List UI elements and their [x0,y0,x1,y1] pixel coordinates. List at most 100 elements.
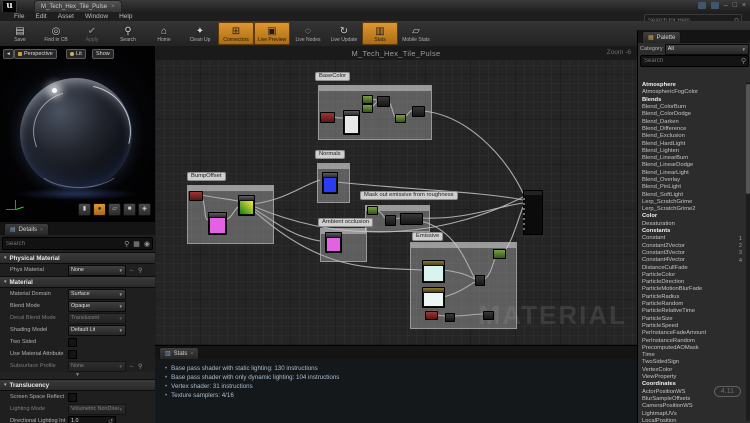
visibility-icon[interactable]: ◉ [142,240,152,248]
palette-item-lerp_scratchgrime[interactable]: Lerp_ScratchGrime [638,199,745,206]
toolbar-clean-up-button[interactable]: ✦ Clean Up [182,22,218,45]
main-material-output-node[interactable] [523,190,543,235]
palette-category-constants[interactable]: Constants [638,228,745,235]
material-node-dark[interactable] [377,96,390,107]
details-search-box[interactable]: ⚲ ▦ ◉ [2,237,153,250]
input-pin[interactable] [523,218,525,220]
palette-item-blend_exclusion[interactable]: Blend_Exclusion [638,133,745,140]
material-node-dark[interactable] [385,215,396,226]
minimize-button[interactable]: – [724,1,728,10]
material-node-dark[interactable] [445,313,455,322]
property-dropdown[interactable]: None ▼ [68,264,126,276]
toolbar-stats-button[interactable]: ▥ Stats [362,22,398,45]
toolbar-find-in-cb-button[interactable]: ◎ Find in CB [38,22,74,45]
property-checkbox[interactable] [68,337,77,347]
property-dropdown[interactable]: Surface ▼ [68,288,126,300]
palette-item-twosidedsign[interactable]: TwoSidedSign [638,359,745,366]
palette-item-atmosphericfogcolor[interactable]: AtmosphericFogColor [638,89,745,96]
palette-item-blend_overlay[interactable]: Blend_Overlay [638,177,745,184]
property-spinbox[interactable]: 1.0 ↺ [68,415,116,423]
material-node-dark[interactable] [412,106,425,117]
section-header-translucency[interactable]: ▾ Translucency [0,379,155,391]
menu-help[interactable]: Help [119,13,132,20]
details-search-input[interactable] [3,240,123,247]
palette-category-blends[interactable]: Blends [638,97,745,104]
toolbar-connectors-button[interactable]: ⊞ Connectors [218,22,254,45]
palette-item-constant[interactable]: Constant 1 [638,235,745,242]
property-checkbox[interactable] [68,392,77,402]
material-node-prev[interactable] [238,195,255,216]
toolbar-mobile-stats-button[interactable]: ▱ Mobile Stats [398,22,434,45]
maximize-button[interactable]: □ [733,1,737,10]
perspective-button[interactable]: Perspective [14,49,57,59]
property-dropdown[interactable]: Default Lit ▼ [68,324,126,336]
section-expander[interactable]: ▼ [0,372,155,379]
toolbar-apply-button[interactable]: ✔ Apply [74,22,110,45]
browse-icon[interactable]: ⚲ [138,267,142,274]
section-header-physical-material[interactable]: ▾ Physical Material [0,252,155,264]
grid-view-icon[interactable]: ▦ [131,240,142,248]
palette-scrollbar[interactable] [746,82,750,421]
category-dropdown[interactable]: All ▼ [664,43,749,55]
toolbar-home-button[interactable]: ⌂ Home [146,22,182,45]
material-node-red[interactable] [425,311,438,320]
document-tab[interactable]: M_Tech_Hex_Tile_Pulse × [34,0,122,12]
palette-item-localposition[interactable]: LocalPosition [638,418,745,423]
input-pin[interactable] [523,208,525,210]
tab-palette[interactable]: ▦ Palette [642,31,682,43]
menu-file[interactable]: File [14,13,24,20]
tab-close-icon[interactable]: × [190,351,193,357]
toolbar-live-nodes-button[interactable]: ◌ Live Nodes [290,22,326,45]
material-node-green[interactable] [395,114,406,123]
material-graph-canvas[interactable]: MATERIAL BaseColor Normals BumpOffset Mask … [155,60,637,345]
palette-item-blend_colordodge[interactable]: Blend_ColorDodge [638,111,745,118]
palette-item-particledirection[interactable]: ParticleDirection [638,279,745,286]
material-node-dark[interactable] [483,311,494,320]
tab-stats[interactable]: ▥ Stats × [159,347,200,359]
material-node-green[interactable] [362,104,373,113]
lit-mode-button[interactable]: Lit [66,49,86,59]
palette-item-perinstancerandom[interactable]: PerInstanceRandom [638,337,745,344]
palette-item-particlesize[interactable]: ParticleSize [638,316,745,323]
menu-window[interactable]: Window [85,13,108,20]
material-node-green[interactable] [493,249,506,259]
comment-label[interactable]: Normals [315,150,345,159]
feedback-icon[interactable] [697,2,706,9]
material-node-prev[interactable] [343,110,360,135]
preview-shape-sphere-button[interactable]: ● [93,203,106,216]
palette-item-constant2vector[interactable]: Constant2Vector 2 [638,243,745,250]
material-node-prev[interactable] [325,232,342,253]
toolbar-live-preview-button[interactable]: ▣ Live Preview [254,22,290,45]
material-node-green[interactable] [362,95,373,104]
palette-category-color[interactable]: Color [638,213,745,220]
palette-item-constant3vector[interactable]: Constant3Vector 3 [638,250,745,257]
palette-item-blend_colorburn[interactable]: Blend_ColorBurn [638,104,745,111]
material-node-dark[interactable] [475,275,485,286]
palette-item-perinstancefadeamount[interactable]: PerInstanceFadeAmount [638,330,745,337]
close-button[interactable]: × [742,1,746,10]
property-dropdown[interactable]: Opaque ▼ [68,300,126,312]
use-selected-icon[interactable]: ← [129,267,135,273]
input-pin[interactable] [523,228,525,230]
material-node-prev[interactable] [208,212,227,235]
comment-label[interactable]: Emissive [412,232,444,241]
tab-close-icon[interactable]: × [111,4,115,10]
palette-search-input[interactable] [641,58,741,64]
palette-item-blend_pinlight[interactable]: Blend_PinLight [638,184,745,191]
palette-item-particlemotionblurfade[interactable]: ParticleMotionBlurFade [638,286,745,293]
scrollbar-thumb[interactable] [746,84,750,194]
palette-item-blend_difference[interactable]: Blend_Difference [638,126,745,133]
menu-edit[interactable]: Edit [35,13,46,20]
toolbar-live-update-button[interactable]: ↻ Live Update [326,22,362,45]
material-node-red[interactable] [320,112,335,123]
property-checkbox[interactable] [68,349,77,359]
palette-item-particlecolor[interactable]: ParticleColor [638,272,745,279]
palette-item-time[interactable]: Time [638,352,745,359]
palette-item-blend_softlight[interactable]: Blend_SoftLight [638,191,745,198]
reset-icon[interactable]: ↺ [108,418,113,423]
material-node-prevT[interactable] [422,260,445,283]
palette-search-box[interactable]: ⚲ [640,55,749,67]
toolbar-search-button[interactable]: ⚲ Search [110,22,146,45]
chat-icon[interactable] [710,2,719,9]
palette-item-blend_linearburn[interactable]: Blend_LinearBurn [638,155,745,162]
